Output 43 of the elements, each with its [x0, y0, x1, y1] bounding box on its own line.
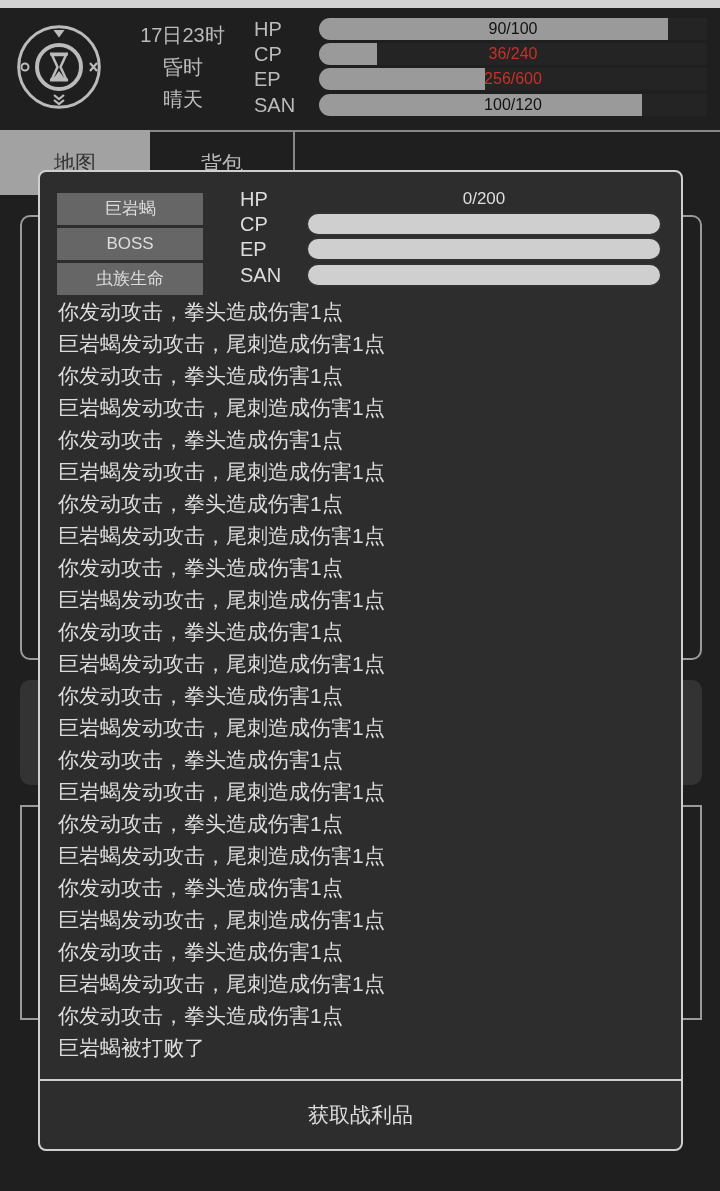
- battle-log-line: 你发动攻击，拳头造成伤害1点: [58, 491, 343, 517]
- battle-log-line: 巨岩蝎发动攻击，尾刺造成伤害1点: [58, 331, 385, 357]
- enemy-name-tag: 巨岩蝎: [57, 193, 203, 225]
- battle-log-line: 巨岩蝎发动攻击，尾刺造成伤害1点: [58, 779, 385, 805]
- stat-label: HP: [254, 17, 283, 40]
- hourglass-dial-icon[interactable]: [17, 25, 101, 109]
- battle-log-line: 巨岩蝎被打败了: [58, 1035, 205, 1061]
- battle-log-line: 你发动攻击，拳头造成伤害1点: [58, 747, 343, 773]
- time-of-day-label: 昏时: [161, 55, 204, 80]
- battle-log-line: 你发动攻击，拳头造成伤害1点: [58, 939, 343, 965]
- battle-log-line: 巨岩蝎发动攻击，尾刺造成伤害1点: [58, 715, 385, 741]
- stat-label: SAN: [254, 93, 297, 116]
- battle-log-line: 巨岩蝎发动攻击，尾刺造成伤害1点: [58, 523, 385, 549]
- battle-log-line: 巨岩蝎发动攻击，尾刺造成伤害1点: [58, 587, 385, 613]
- battle-log-line: 你发动攻击，拳头造成伤害1点: [58, 811, 343, 837]
- battle-log-line: 你发动攻击，拳头造成伤害1点: [58, 299, 343, 325]
- battle-log-line: 你发动攻击，拳头造成伤害1点: [58, 619, 343, 645]
- battle-log-line: 你发动攻击，拳头造成伤害1点: [58, 363, 343, 389]
- battle-log-line: 你发动攻击，拳头造成伤害1点: [58, 875, 343, 901]
- battle-log-line: 巨岩蝎发动攻击，尾刺造成伤害1点: [58, 971, 385, 997]
- battle-log-line: 巨岩蝎发动攻击，尾刺造成伤害1点: [58, 395, 385, 421]
- enemy-species-tag: 虫族生命: [57, 263, 203, 295]
- battle-log-line: 巨岩蝎发动攻击，尾刺造成伤害1点: [58, 843, 385, 869]
- battle-log-line: 巨岩蝎发动攻击，尾刺造成伤害1点: [58, 651, 385, 677]
- battle-log-line: 你发动攻击，拳头造成伤害1点: [58, 555, 343, 581]
- day-hour-label: 17日23时: [139, 23, 226, 48]
- stat-reading: 36/240: [488, 44, 538, 63]
- collect-loot-button[interactable]: 获取战利品: [40, 1079, 681, 1149]
- stat-reading: 0/200: [462, 189, 506, 209]
- stat-reading: 100/120: [484, 95, 542, 114]
- stat-label: EP: [254, 68, 282, 91]
- weather-label: 晴天: [161, 87, 204, 112]
- battle-log-line: 你发动攻击，拳头造成伤害1点: [58, 683, 343, 709]
- stat-label: SAN: [240, 263, 283, 286]
- battle-log-line: 你发动攻击，拳头造成伤害1点: [58, 427, 343, 453]
- battle-log-line: 你发动攻击，拳头造成伤害1点: [58, 1003, 343, 1029]
- stat-label: CP: [254, 42, 283, 65]
- battle-log-line: 巨岩蝎发动攻击，尾刺造成伤害1点: [58, 459, 385, 485]
- battle-log-line: 巨岩蝎发动攻击，尾刺造成伤害1点: [58, 907, 385, 933]
- enemy-rank-tag: BOSS: [57, 228, 203, 260]
- stat-reading: 90/100: [488, 19, 538, 38]
- stat-label: CP: [240, 213, 269, 236]
- stat-label: EP: [240, 238, 268, 261]
